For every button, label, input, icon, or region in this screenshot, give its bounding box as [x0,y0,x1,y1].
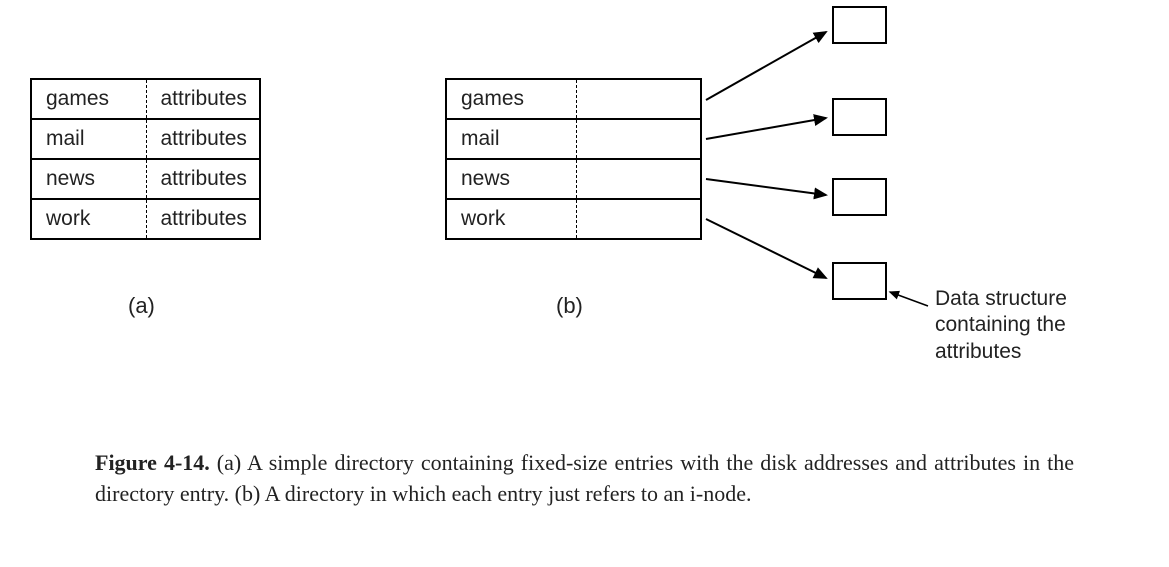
entry-pointer [576,79,701,119]
subfigure-label-a: (a) [128,293,155,319]
inode-box [832,262,887,300]
entry-attributes: attributes [146,159,260,199]
table-row: mail attributes [31,119,260,159]
inode-box [832,6,887,44]
table-row: news attributes [31,159,260,199]
table-row: games [446,79,701,119]
pointer-arrow [706,32,826,100]
figure-caption: Figure 4-14. (a) A simple directory cont… [95,448,1074,510]
entry-attributes: attributes [146,79,260,119]
entry-attributes: attributes [146,199,260,239]
entry-name: games [31,79,146,119]
figure-label: Figure 4-14. [95,450,210,475]
table-row: news [446,159,701,199]
entry-name: news [446,159,576,199]
entry-name: games [446,79,576,119]
annotation-leader [890,292,928,306]
subfigure-label-b: (b) [556,293,583,319]
entry-name: mail [446,119,576,159]
figure-caption-text: (a) A simple directory containing fixed-… [95,450,1074,506]
entry-name: work [31,199,146,239]
entry-attributes: attributes [146,119,260,159]
entry-name: news [31,159,146,199]
inode-annotation: Data structure containing the attributes [935,286,1135,365]
entry-name: work [446,199,576,239]
table-row: work attributes [31,199,260,239]
entry-pointer [576,199,701,239]
entry-name: mail [31,119,146,159]
directory-table-a: games attributes mail attributes news at… [30,78,261,240]
table-row: mail [446,119,701,159]
figure-diagram: games attributes mail attributes news at… [0,0,1169,567]
entry-pointer [576,119,701,159]
pointer-arrow [706,118,826,139]
table-row: games attributes [31,79,260,119]
entry-pointer [576,159,701,199]
inode-box [832,98,887,136]
pointer-arrow [706,179,826,195]
table-row: work [446,199,701,239]
inode-box [832,178,887,216]
directory-table-b: games mail news work [445,78,702,240]
pointer-arrow [706,219,826,278]
